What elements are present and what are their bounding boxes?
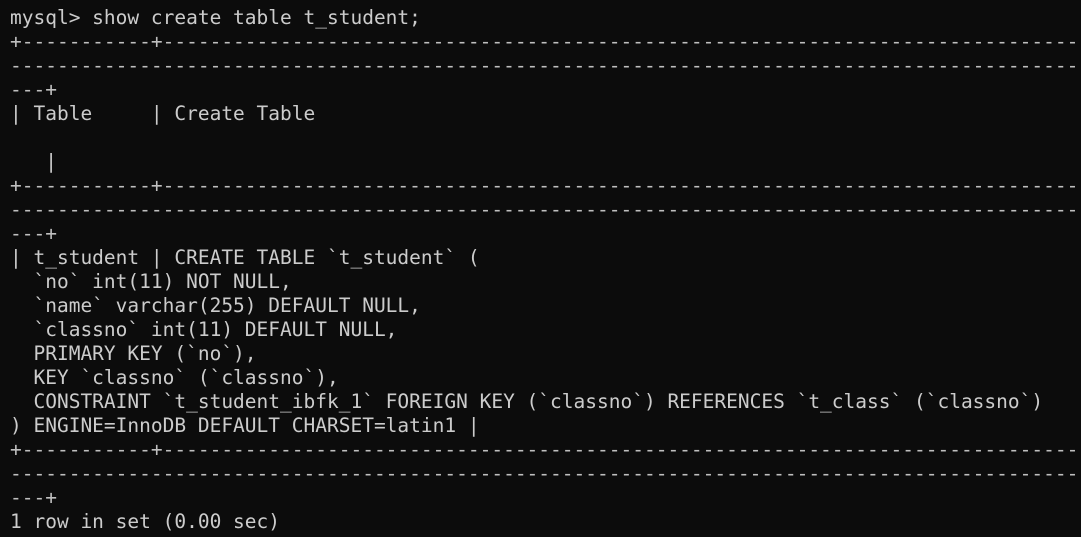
terminal-window[interactable]: mysql> show create table t_student; +---… [0,0,1081,537]
table-row-line: | t_student | CREATE TABLE `t_student` ( [10,246,480,269]
table-row-line: CONSTRAINT `t_student_ibfk_1` FOREIGN KE… [10,390,1044,413]
table-row-line: `no` int(11) NOT NULL, [10,270,292,293]
table-border-bottom-end: ---+ [10,486,57,509]
result-status-line: 1 row in set (0.00 sec) [10,510,281,533]
table-header-row: | Table | Create Table [10,102,316,125]
table-row-line: KEY `classno` (`classno`), [10,366,339,389]
table-row-line: ) ENGINE=InnoDB DEFAULT CHARSET=latin1 | [10,414,480,437]
table-row-line: `classno` int(11) DEFAULT NULL, [10,318,398,341]
table-border-bottom: +-----------+---------------------------… [10,438,1081,461]
table-border-mid-wrap: ----------------------------------------… [10,198,1081,221]
table-header-pipe: | [10,150,57,173]
table-border-top: +-----------+---------------------------… [10,30,1081,53]
table-border-bottom-wrap: ----------------------------------------… [10,462,1081,485]
table-row-line: PRIMARY KEY (`no`), [10,342,257,365]
table-border-mid: +-----------+---------------------------… [10,174,1081,197]
table-border-mid-end: ---+ [10,222,57,245]
table-row-line: `name` varchar(255) DEFAULT NULL, [10,294,421,317]
command-prompt-line: mysql> show create table t_student; [10,6,421,29]
table-border-top-end: ---+ [10,78,57,101]
table-border-top-wrap: ----------------------------------------… [10,54,1081,77]
